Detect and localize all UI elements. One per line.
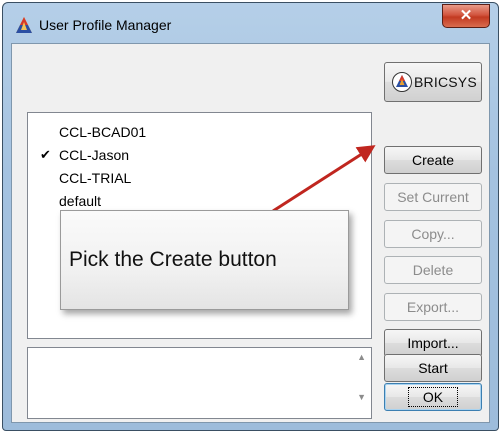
instruction-callout: Pick the Create button [60,210,349,310]
arrow-line [272,145,376,213]
callout-text: Pick the Create button [69,248,277,271]
